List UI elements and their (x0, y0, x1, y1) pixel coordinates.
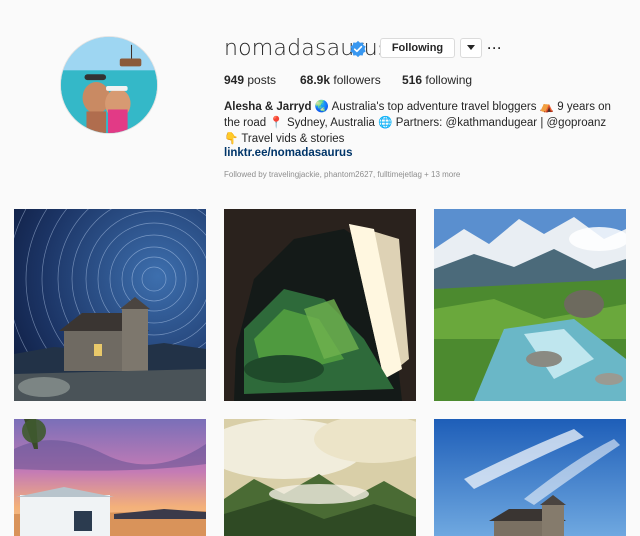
followers-count: 68.9k (300, 73, 331, 87)
profile-bio: Alesha & Jarryd 🌏 Australia's top advent… (224, 99, 614, 147)
post-image (434, 209, 626, 401)
followed-by[interactable]: Followed by travelingjackie, phantom2627… (224, 170, 460, 179)
post-image (224, 209, 416, 401)
post-image (14, 419, 206, 536)
bio-text-3: Sydney, Australia (286, 117, 375, 129)
globe-emoji-icon: 🌏 (314, 101, 330, 113)
hand-down-emoji-icon: 👇 (224, 133, 239, 145)
followers-label: followers (333, 73, 381, 87)
suggested-dropdown-button[interactable] (460, 38, 482, 58)
following-button[interactable]: Following (380, 38, 455, 58)
post-tile[interactable] (434, 209, 626, 401)
pin-emoji-icon: 📍 (269, 117, 284, 129)
stat-followers[interactable]: 68.9k followers (300, 73, 381, 87)
bio-link[interactable]: linktr.ee/nomadasaurus (224, 147, 352, 159)
post-tile[interactable] (14, 209, 206, 401)
post-tile[interactable] (434, 419, 626, 536)
post-image (224, 419, 416, 536)
post-image (14, 209, 206, 401)
posts-label: posts (247, 73, 277, 87)
globe-meridians-emoji-icon: 🌐 (378, 117, 393, 129)
bio-text-4: Partners: @kathmandugear | @goproanz (395, 117, 607, 129)
verified-badge-icon (350, 40, 366, 58)
more-options-button[interactable]: ··· (487, 38, 503, 58)
post-tile[interactable] (14, 419, 206, 536)
post-tile[interactable] (224, 209, 416, 401)
bio-text-1: Australia's top adventure travel blogger… (331, 101, 537, 113)
avatar-photo (61, 37, 157, 133)
bio-full-name: Alesha & Jarryd (224, 101, 312, 113)
bio-text-5: Travel vids & stories (241, 133, 345, 145)
following-label: following (425, 73, 473, 87)
profile-avatar[interactable] (60, 36, 158, 134)
chevron-down-icon (467, 45, 475, 50)
stat-posts: 949 posts (224, 73, 276, 87)
post-tile[interactable] (224, 419, 416, 536)
posts-count: 949 (224, 73, 245, 87)
tent-emoji-icon: ⛺ (539, 101, 555, 113)
followed-by-names: Followed by travelingjackie, phantom2627… (224, 170, 422, 179)
post-image (434, 419, 626, 536)
stat-following[interactable]: 516 following (402, 73, 472, 87)
followed-by-more: + 13 more (424, 170, 461, 179)
following-count: 516 (402, 73, 423, 87)
